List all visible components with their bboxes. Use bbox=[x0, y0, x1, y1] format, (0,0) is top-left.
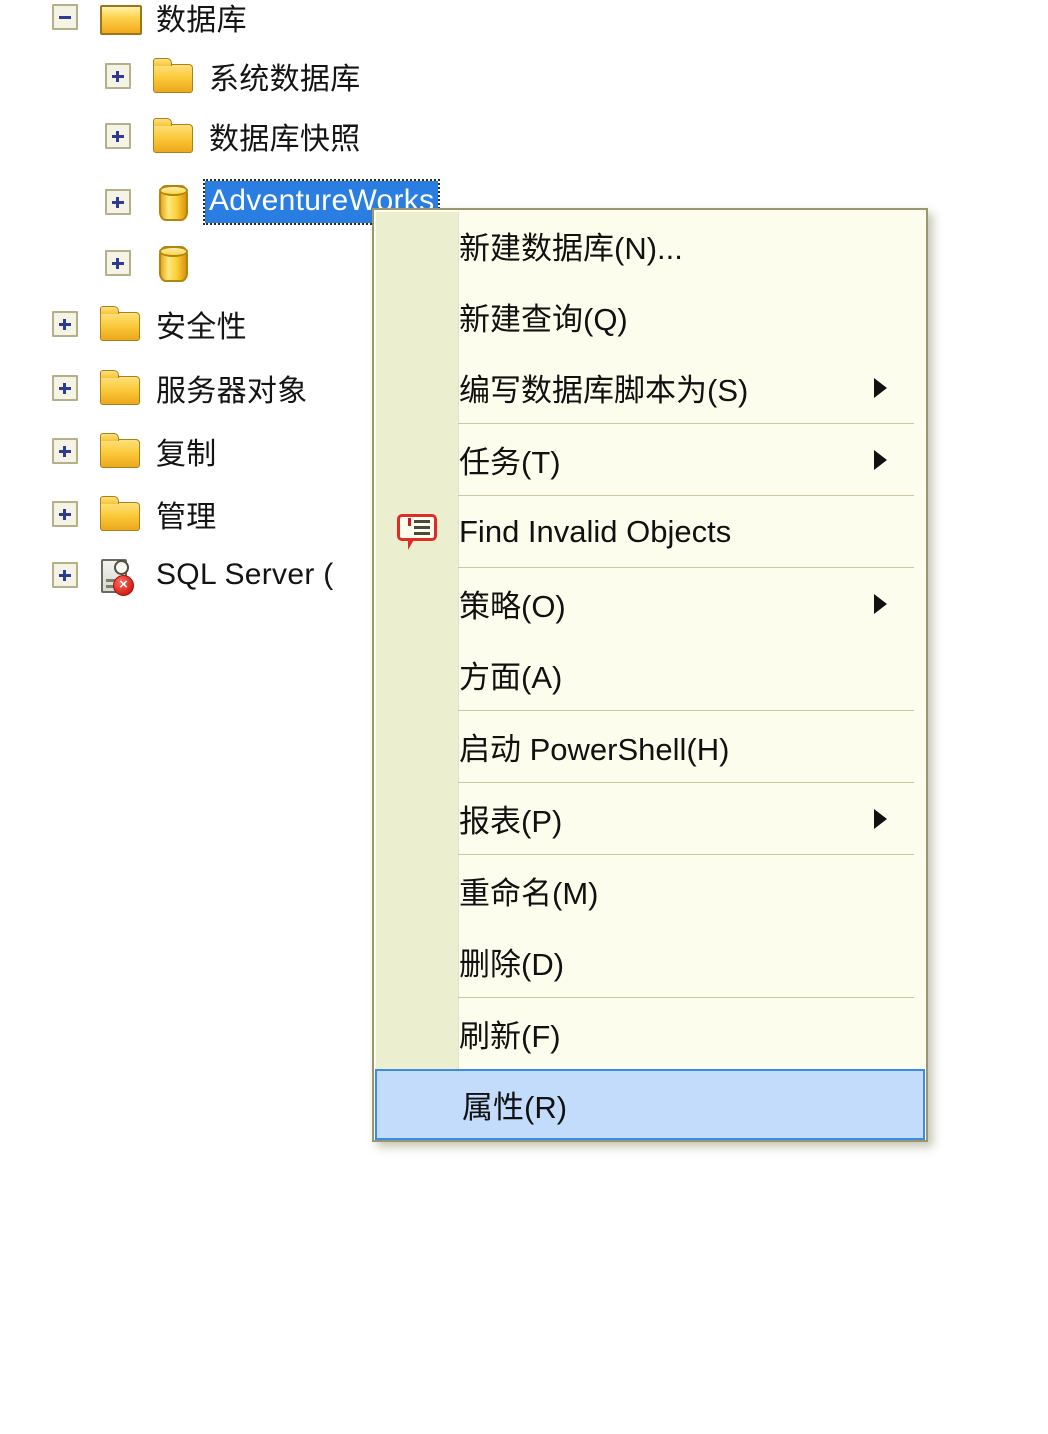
menu-item[interactable]: 刷新(F) bbox=[374, 998, 926, 1069]
menu-item-label: 属性(R) bbox=[462, 1090, 568, 1125]
tree-row[interactable]: 服务器对象 bbox=[52, 365, 308, 411]
menu-item-label: Find Invalid Objects bbox=[459, 513, 732, 549]
menu-item-label: 任务(T) bbox=[459, 445, 561, 480]
callout-icon bbox=[374, 513, 459, 550]
menu-item[interactable]: 启动 PowerShell(H) bbox=[374, 711, 926, 782]
menu-item[interactable]: 重命名(M) bbox=[374, 855, 926, 926]
menu-item-label: 方面(A) bbox=[459, 660, 563, 695]
expand-plus-icon[interactable] bbox=[52, 501, 78, 527]
database-icon bbox=[151, 245, 195, 282]
tree-item-label: 管理 bbox=[156, 501, 217, 534]
tree-row[interactable]: × SQL Server ( bbox=[52, 552, 334, 598]
folder-closed-icon bbox=[98, 433, 142, 469]
expand-plus-icon[interactable] bbox=[105, 189, 131, 215]
database-icon bbox=[151, 184, 195, 221]
menu-item-label: 启动 PowerShell(H) bbox=[459, 732, 730, 767]
menu-item[interactable]: 编写数据库脚本为(S) bbox=[374, 352, 926, 423]
folder-open-icon bbox=[98, 0, 142, 35]
expand-plus-icon[interactable] bbox=[52, 375, 78, 401]
expand-plus-icon[interactable] bbox=[105, 250, 131, 276]
menu-item-label: 新建数据库(N)... bbox=[459, 231, 683, 266]
menu-item[interactable]: 策略(O) bbox=[374, 568, 926, 639]
tree-item-label: 安全性 bbox=[156, 311, 247, 344]
menu-item-label: 报表(P) bbox=[459, 804, 563, 839]
tree-row[interactable]: 数据库快照 bbox=[105, 113, 361, 159]
menu-item-label: 刷新(F) bbox=[459, 1019, 561, 1054]
submenu-arrow-icon bbox=[874, 593, 926, 614]
tree-row[interactable]: 数据库 bbox=[52, 0, 247, 40]
tree-item-label: SQL Server ( bbox=[156, 558, 334, 591]
menu-item-label: 删除(D) bbox=[459, 947, 565, 982]
folder-closed-icon bbox=[98, 496, 142, 532]
tree-item-label: 数据库快照 bbox=[209, 123, 361, 156]
menu-item[interactable]: Find Invalid Objects bbox=[374, 496, 926, 567]
folder-closed-icon bbox=[98, 306, 142, 342]
tree-item-label: 服务器对象 bbox=[156, 375, 308, 408]
menu-item[interactable]: 删除(D) bbox=[374, 926, 926, 997]
folder-closed-icon bbox=[151, 58, 195, 94]
tree-item-label: 复制 bbox=[156, 438, 217, 471]
expand-plus-icon[interactable] bbox=[52, 562, 78, 588]
menu-item-label: 编写数据库脚本为(S) bbox=[459, 373, 749, 408]
folder-closed-icon bbox=[151, 118, 195, 154]
submenu-arrow-icon bbox=[874, 449, 926, 470]
menu-item[interactable]: 任务(T) bbox=[374, 424, 926, 495]
tree-item-label: 系统数据库 bbox=[209, 63, 361, 96]
menu-item[interactable]: 属性(R) bbox=[375, 1069, 925, 1140]
menu-item[interactable]: 方面(A) bbox=[374, 639, 926, 710]
sql-agent-icon: × bbox=[98, 557, 142, 596]
submenu-arrow-icon bbox=[874, 808, 926, 829]
tree-row[interactable]: 系统数据库 bbox=[105, 53, 361, 99]
collapse-minus-icon[interactable] bbox=[52, 4, 78, 30]
expand-plus-icon[interactable] bbox=[52, 438, 78, 464]
tree-row[interactable] bbox=[105, 240, 209, 286]
expand-plus-icon[interactable] bbox=[105, 123, 131, 149]
menu-item[interactable]: 新建查询(Q) bbox=[374, 281, 926, 352]
tree-row[interactable]: 管理 bbox=[52, 491, 217, 537]
menu-item[interactable]: 新建数据库(N)... bbox=[374, 210, 926, 281]
menu-item-label: 新建查询(Q) bbox=[459, 302, 628, 337]
folder-closed-icon bbox=[98, 370, 142, 406]
tree-item-label: 数据库 bbox=[156, 4, 247, 37]
submenu-arrow-icon bbox=[874, 377, 926, 398]
menu-item[interactable]: 报表(P) bbox=[374, 783, 926, 854]
database-context-menu[interactable]: 新建数据库(N)... 新建查询(Q) 编写数据库脚本为(S) 任务(T) Find I… bbox=[372, 208, 928, 1142]
menu-item-label: 策略(O) bbox=[459, 589, 566, 624]
context-menu-items: 新建数据库(N)... 新建查询(Q) 编写数据库脚本为(S) 任务(T) Find I… bbox=[374, 210, 926, 1140]
menu-item-label: 重命名(M) bbox=[459, 876, 599, 911]
tree-row[interactable]: 安全性 bbox=[52, 301, 247, 347]
tree-row[interactable]: 复制 bbox=[52, 428, 217, 474]
expand-plus-icon[interactable] bbox=[105, 63, 131, 89]
expand-plus-icon[interactable] bbox=[52, 311, 78, 337]
